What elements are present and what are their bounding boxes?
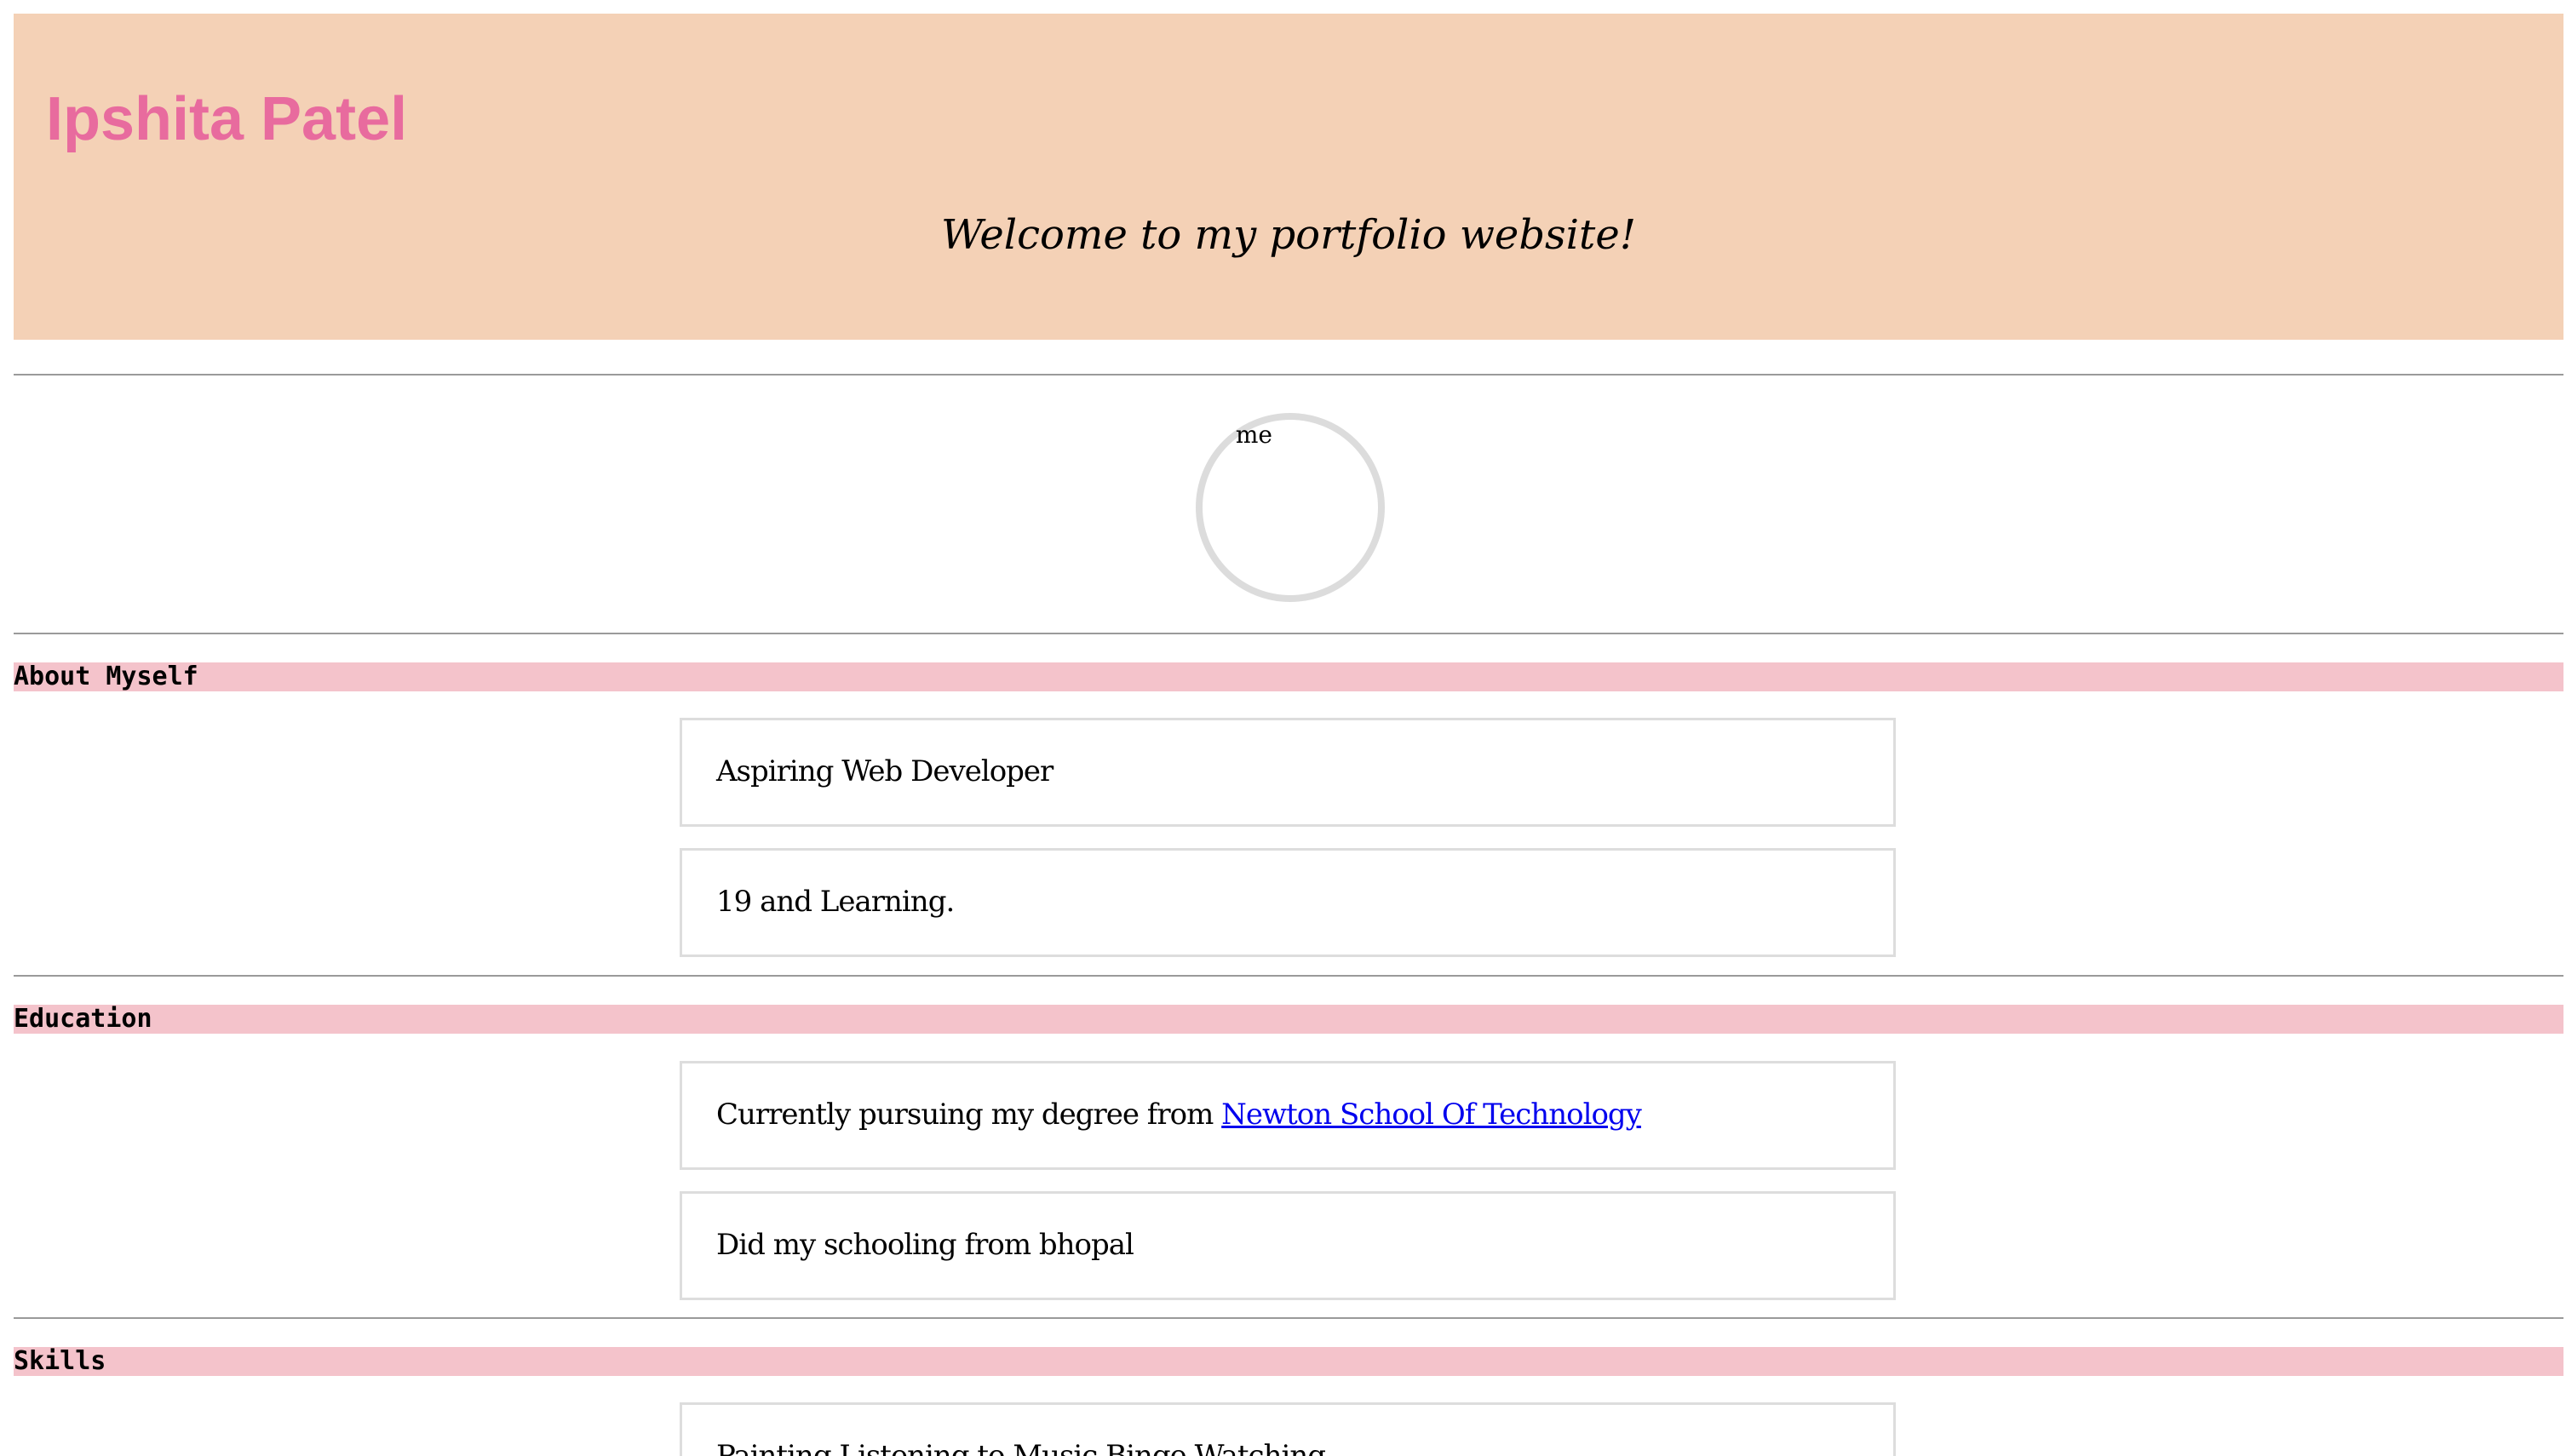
skills-section-header: Skills bbox=[14, 1347, 2563, 1376]
education-section-title: Education bbox=[14, 1004, 152, 1034]
about-age-text: 19 and Learning. bbox=[716, 885, 955, 919]
about-section-header: About Myself bbox=[14, 662, 2563, 691]
divider bbox=[14, 374, 2563, 375]
education-degree-text: Currently pursuing my degree from Newton… bbox=[716, 1098, 1642, 1132]
skills-text: Painting,Listening to Music,Binge Watchi… bbox=[716, 1439, 1326, 1456]
education-card-schooling: Did my schooling from bhopal bbox=[680, 1191, 1896, 1300]
skills-section-title: Skills bbox=[14, 1346, 106, 1376]
skills-card: Painting,Listening to Music,Binge Watchi… bbox=[680, 1402, 1896, 1456]
divider bbox=[14, 975, 2563, 977]
profile-photo-alt-text: me bbox=[1235, 421, 1272, 449]
divider bbox=[14, 1317, 2563, 1319]
about-card-role: Aspiring Web Developer bbox=[680, 718, 1896, 827]
about-card-age: 19 and Learning. bbox=[680, 848, 1896, 957]
site-title: Ipshita Patel bbox=[46, 85, 408, 153]
about-section-title: About Myself bbox=[14, 662, 198, 691]
site-header: Ipshita Patel Welcome to my portfolio we… bbox=[14, 14, 2563, 340]
education-schooling-text: Did my schooling from bhopal bbox=[716, 1228, 1134, 1262]
newton-school-link[interactable]: Newton School Of Technology bbox=[1221, 1098, 1642, 1132]
education-degree-prefix: Currently pursuing my degree from bbox=[716, 1098, 1222, 1132]
education-card-degree: Currently pursuing my degree from Newton… bbox=[680, 1061, 1896, 1170]
welcome-message: Welcome to my portfolio website! bbox=[940, 211, 1637, 259]
about-role-text: Aspiring Web Developer bbox=[716, 754, 1053, 788]
divider bbox=[14, 633, 2563, 634]
portfolio-page: Ipshita Patel Welcome to my portfolio we… bbox=[0, 0, 2572, 1456]
education-section-header: Education bbox=[14, 1005, 2563, 1034]
